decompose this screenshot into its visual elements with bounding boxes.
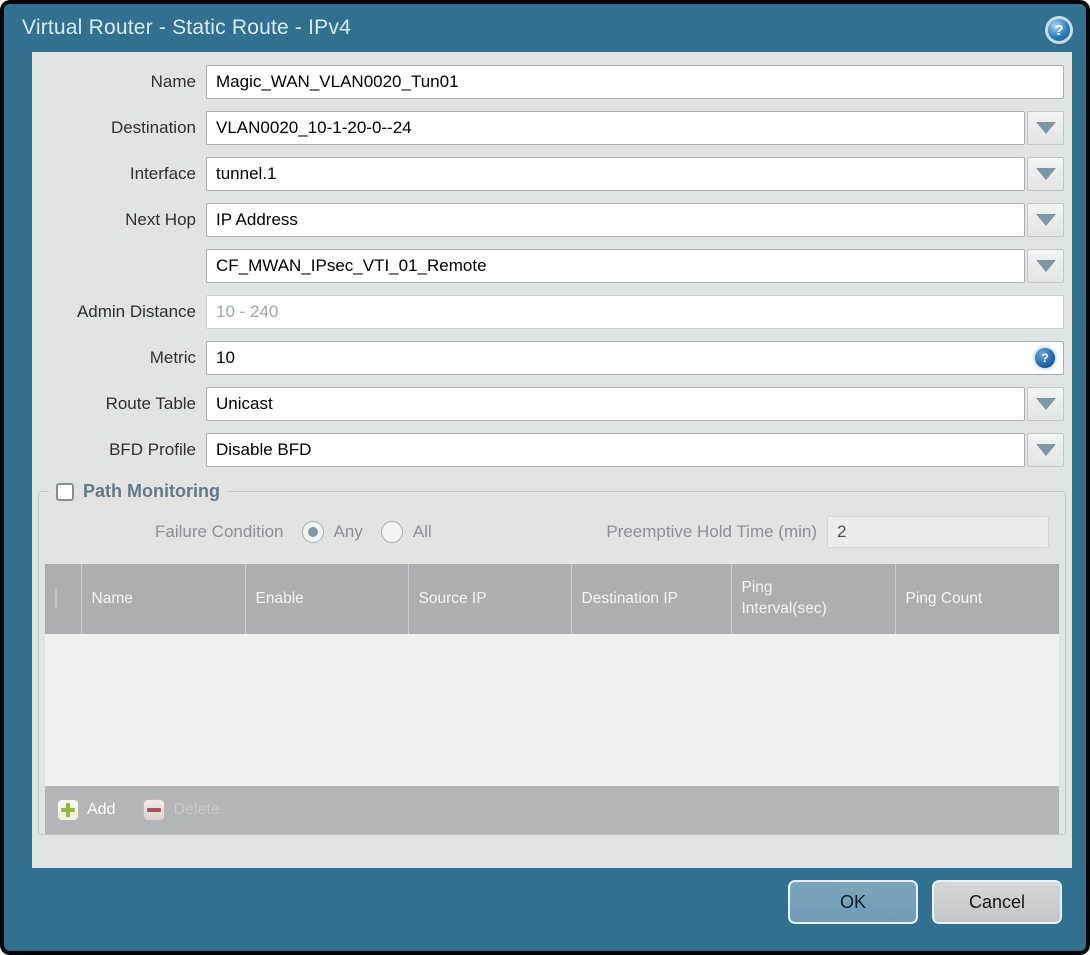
next-hop-address-field [206,249,1064,283]
column-header-ping-count[interactable]: Ping Count [894,564,1059,634]
bfd-profile-input[interactable] [206,433,1025,467]
route-table-dropdown-button[interactable] [1027,387,1064,421]
next-hop-address-dropdown-button[interactable] [1027,249,1064,283]
column-header-name[interactable]: Name [80,564,245,634]
table-header-row: Name Enable Source IP Destination IP Pin… [45,564,1059,634]
select-all-cell [45,564,81,634]
dialog-window: Virtual Router - Static Route - IPv4 ? N… [0,0,1090,955]
bfd-profile-row: BFD Profile [32,433,1072,467]
column-header-enable[interactable]: Enable [244,564,408,634]
next-hop-dropdown-button[interactable] [1027,203,1064,237]
name-label: Name [150,72,196,91]
destination-row: Destination [32,111,1072,145]
radio-all-label: All [412,522,432,541]
route-table-label: Route Table [105,394,196,413]
admin-distance-field [206,295,1064,329]
chevron-down-icon [1035,122,1056,134]
next-hop-row: Next Hop [32,203,1072,237]
destination-field [206,111,1064,145]
preemptive-hold-time-input[interactable] [827,516,1049,548]
next-hop-address-input[interactable] [206,249,1025,283]
chevron-down-icon [1035,260,1056,272]
route-table-field [206,387,1064,421]
select-all-checkbox[interactable] [55,589,57,608]
name-field [206,65,1064,99]
metric-label: Metric [149,348,196,367]
info-icon[interactable]: ? [1035,348,1055,368]
interface-label: Interface [129,164,196,183]
add-button[interactable]: Add [57,799,115,821]
table-empty-row [45,634,1059,786]
radio-any[interactable] [301,521,324,543]
table-empty-area [45,634,1059,786]
next-hop-type-input[interactable] [206,203,1025,237]
path-monitoring-title: Path Monitoring [83,481,220,501]
ok-button[interactable]: OK [788,880,918,924]
admin-distance-label: Admin Distance [76,302,196,321]
admin-distance-input[interactable] [206,295,1064,329]
cancel-button[interactable]: Cancel [932,880,1062,924]
destination-label: Destination [110,118,196,137]
help-icon[interactable]: ? [1045,16,1073,44]
metric-row: Metric ? [32,341,1072,375]
route-table-input[interactable] [206,387,1025,421]
bfd-profile-dropdown-button[interactable] [1027,433,1064,467]
failure-condition-label: Failure Condition [155,522,284,541]
route-table-row: Route Table [32,387,1072,421]
path-monitoring-legend: Path Monitoring [49,481,227,502]
delete-button[interactable]: Delete [143,799,220,821]
column-header-ping-interval[interactable]: Ping Interval(sec) [730,564,895,634]
metric-input[interactable] [206,341,1064,375]
next-hop-address-row [32,249,1072,283]
interface-field [206,157,1064,191]
bfd-profile-label: BFD Profile [109,440,196,459]
radio-any-label: Any [333,522,363,541]
interface-row: Interface [32,157,1072,191]
next-hop-field [206,203,1064,237]
path-monitoring-table: Name Enable Source IP Destination IP Pin… [45,564,1059,786]
chevron-down-icon [1035,398,1056,410]
titlebar: Virtual Router - Static Route - IPv4 ? [4,4,1086,52]
plus-icon [57,799,79,821]
radio-all[interactable] [380,521,403,543]
chevron-down-icon [1035,168,1056,180]
name-input[interactable] [206,65,1064,99]
next-hop-label: Next Hop [125,210,196,229]
destination-dropdown-button[interactable] [1027,111,1064,145]
dialog-title: Virtual Router - Static Route - IPv4 [22,16,351,39]
name-row: Name [32,65,1072,99]
chevron-down-icon [1035,214,1056,226]
admin-distance-row: Admin Distance [32,295,1072,329]
path-monitoring-group: Path Monitoring Failure Condition Any Al… [38,481,1066,835]
interface-dropdown-button[interactable] [1027,157,1064,191]
path-monitoring-checkbox[interactable] [56,482,74,501]
minus-icon [143,799,166,821]
bfd-profile-field [206,433,1064,467]
preemptive-hold-time-label: Preemptive Hold Time (min) [606,522,817,541]
static-route-dialog: Virtual Router - Static Route - IPv4 ? N… [4,4,1086,951]
table-toolbar: Add Delete [45,786,1059,834]
metric-field: ? [206,341,1064,375]
interface-input[interactable] [206,157,1025,191]
destination-input[interactable] [206,111,1025,145]
form-area: Name Destination Interface [32,52,1072,868]
chevron-down-icon [1035,444,1056,456]
column-header-destination-ip[interactable]: Destination IP [570,564,731,634]
column-header-source-ip[interactable]: Source IP [407,564,571,634]
dialog-footer: OK Cancel [4,868,1086,951]
failure-condition-row: Failure Condition Any All Preemptive Hol… [45,516,1059,548]
